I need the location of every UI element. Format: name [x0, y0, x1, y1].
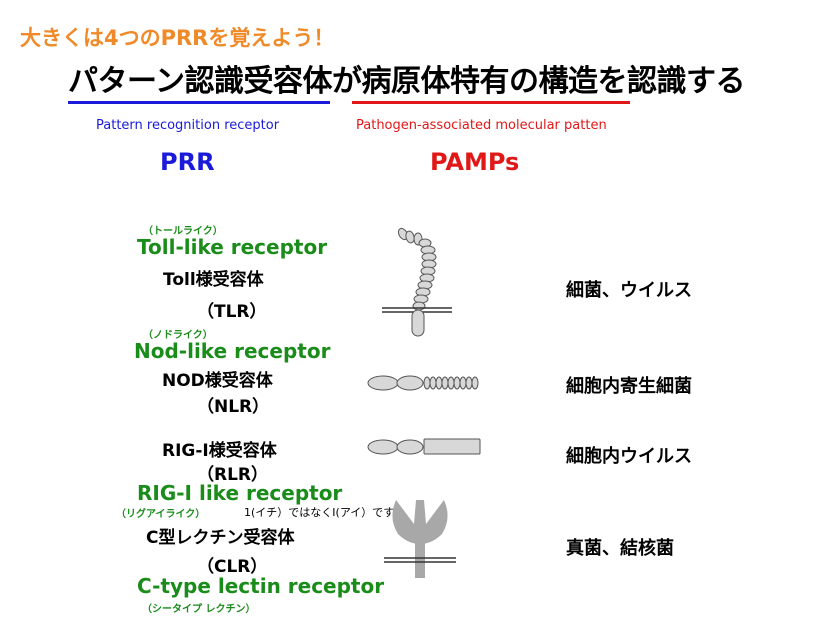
heading: 大きくは4つのPRRを覚えよう！: [20, 26, 335, 50]
pamps-underline: [352, 101, 630, 104]
page-title: パターン認識受容体が病原体特有の構造を認識する: [68, 64, 746, 99]
nlr-receptor-graphic: [367, 375, 479, 391]
pamps-column-heading: PAMPs: [430, 148, 520, 176]
rlr-pamps: 細胞内ウイルス: [566, 446, 692, 467]
prr-column-heading: PRR: [160, 148, 215, 176]
nlr-abbr: （NLR）: [197, 397, 270, 417]
rlr-receptor-graphic: [367, 438, 481, 455]
clr-kana: （シータイプ レクチン）: [142, 604, 256, 615]
nlr-english-name: Nod-like receptor: [134, 339, 331, 363]
clr-pamps: 真菌、結核菌: [566, 538, 674, 559]
pamps-full-name: Pathogen-associated molecular patten: [356, 118, 607, 133]
tlr-receptor-graphic: [382, 227, 452, 337]
rlr-english-name: RIG-I like receptor: [137, 481, 343, 505]
clr-japanese-name: C型レクチン受容体: [146, 528, 295, 548]
prr-full-name: Pattern recognition receptor: [96, 118, 280, 133]
tlr-japanese-name: Toll様受容体: [163, 270, 264, 290]
clr-english-name: C-type lectin receptor: [137, 574, 385, 598]
tlr-abbr: （TLR）: [197, 302, 267, 322]
nlr-pamps: 細胞内寄生細菌: [566, 376, 692, 397]
rlr-kana: （リグアイライク）: [116, 509, 206, 520]
tlr-pamps: 細菌、ウイルス: [566, 280, 692, 301]
clr-receptor-graphic: [384, 500, 456, 578]
tlr-english-name: Toll-like receptor: [137, 235, 328, 259]
nlr-japanese-name: NOD様受容体: [162, 371, 273, 391]
rlr-japanese-name: RIG-I様受容体: [162, 441, 277, 461]
prr-underline: [68, 101, 330, 104]
